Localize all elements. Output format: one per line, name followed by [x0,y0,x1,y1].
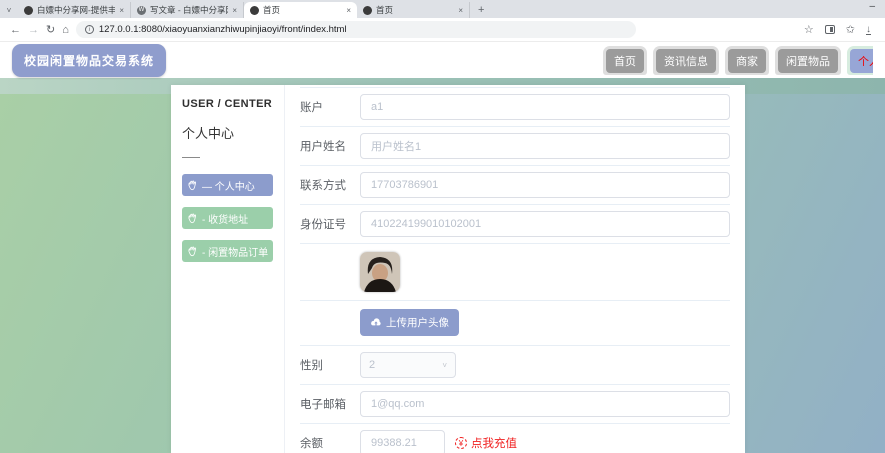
nav-item-news[interactable]: 资讯信息 [653,46,719,75]
form-row-avatar [300,244,730,301]
field-label: 余额 [300,435,360,451]
form-row-contact: 联系方式 [300,166,730,205]
nav-item-goods[interactable]: 闲置物品 [775,46,841,75]
browser-tab[interactable]: 首页 × [357,2,470,18]
new-tab-button[interactable]: + [470,4,492,18]
form-row-account: 账户 [300,87,730,127]
site-logo[interactable]: 校园闲置物品交易系统 [12,44,166,77]
tab-search-icon[interactable]: ˅ [0,6,18,18]
url-bar[interactable]: i 127.0.0.1:8080/xiaoyuanxianzhiwupinjia… [76,21,636,38]
recharge-area: ¥ 点我充值 [455,435,517,451]
tab-title: 白嫖中分享网-提供丰富的Java... [37,4,115,16]
form-row-idcard: 身份证号 [300,205,730,244]
browser-tab[interactable]: W 写文章 - 白嫖中分享网 × [131,2,244,18]
download-icon[interactable]: ↓ [866,25,871,35]
globe-favicon-icon [363,6,372,15]
back-icon[interactable]: ← [10,24,21,36]
browser-addressbar: ← → ↻ ⌂ i 127.0.0.1:8080/xiaoyuanxianzhi… [0,18,885,42]
sidebar-item-label: - 闲置物品订单 [202,244,268,259]
browser-tabstrip: ˅ 白嫖中分享网-提供丰富的Java... × W 写文章 - 白嫖中分享网 ×… [0,0,885,18]
browser-tab[interactable]: 白嫖中分享网-提供丰富的Java... × [18,2,131,18]
gender-value: 2 [369,359,375,371]
upload-avatar-label: 上传用户头像 [386,315,449,330]
email-field[interactable] [360,391,730,417]
main-nav: 首页 资讯信息 商家 闲置物品 个人中心 购物车 [603,46,873,75]
sidebar-item-user-center[interactable]: — 个人中心 [182,174,273,196]
hand-icon [187,246,198,257]
wordpress-favicon-icon: W [137,6,146,15]
hand-icon [187,180,198,191]
field-label: 电子邮箱 [300,396,360,412]
recharge-link[interactable]: 点我充值 [471,435,517,451]
tab-title: 首页 [263,4,342,16]
field-label: 联系方式 [300,177,360,193]
sidebar-item-address[interactable]: - 收货地址 [182,207,273,229]
form-row-email: 电子邮箱 [300,385,730,424]
sidebar-divider [182,157,200,158]
reload-icon[interactable]: ↻ [46,23,55,36]
sidebar-item-label: — 个人中心 [202,178,255,193]
tab-title: 写文章 - 白嫖中分享网 [150,4,228,16]
sidebar-item-label: - 收货地址 [202,211,248,226]
account-field[interactable] [360,94,730,120]
globe-favicon-icon [250,6,259,15]
gender-select[interactable]: 2 ˅ [360,352,456,378]
user-center-sidebar: USER / CENTER 个人中心 — 个人中心 - 收货地址 - 闲置物品订 [171,85,285,453]
nav-item-user-center[interactable]: 个人中心 [847,46,873,75]
tab-close-icon[interactable]: × [232,6,237,15]
user-center-card: USER / CENTER 个人中心 — 个人中心 - 收货地址 - 闲置物品订 [171,85,745,453]
form-row-balance: 余额 ¥ 点我充值 [300,424,730,453]
form-row-upload: 上传用户头像 [300,301,730,346]
nav-item-merchant[interactable]: 商家 [725,46,769,75]
form-row-username: 用户姓名 [300,127,730,166]
url-text: 127.0.0.1:8080/xiaoyuanxianzhiwupinjiaoy… [99,24,347,35]
browser-tab-active[interactable]: 首页 × [244,2,357,18]
profile-form: 账户 用户姓名 联系方式 身份证号 [285,85,745,453]
form-row-gender: 性别 2 ˅ [300,346,730,385]
yen-coin-icon: ¥ [455,437,467,449]
username-field[interactable] [360,133,730,159]
tab-close-icon[interactable]: × [119,6,124,15]
sidebar-subtitle: 个人中心 [182,123,273,142]
addressbar-actions: ☆ ✩ ↓ [804,23,875,36]
field-label: 用户姓名 [300,138,360,154]
hand-icon [187,213,198,224]
side-panel-icon[interactable] [825,25,835,34]
balance-field[interactable] [360,430,445,453]
contact-field[interactable] [360,172,730,198]
site-info-icon[interactable]: i [85,25,94,34]
field-label: 身份证号 [300,216,360,232]
field-label: 性别 [300,357,360,373]
sidebar-item-orders[interactable]: - 闲置物品订单 [182,240,273,262]
forward-icon[interactable]: → [28,24,39,36]
field-label: 账户 [300,99,360,115]
page: ˅ 白嫖中分享网-提供丰富的Java... × W 写文章 - 白嫖中分享网 ×… [0,0,885,453]
tab-title: 首页 [376,4,454,16]
idcard-field[interactable] [360,211,730,237]
user-avatar [360,252,400,292]
globe-favicon-icon [24,6,33,15]
window-minimize-button[interactable]: – [869,1,875,12]
site-header: 校园闲置物品交易系统 首页 资讯信息 商家 闲置物品 个人中心 购物车 [0,42,885,78]
nav-item-home[interactable]: 首页 [603,46,647,75]
upload-avatar-button[interactable]: 上传用户头像 [360,309,459,336]
tab-close-icon[interactable]: × [458,6,463,15]
sidebar-title: USER / CENTER [182,98,273,110]
chevron-down-icon: ˅ [442,361,447,370]
home-icon[interactable]: ⌂ [62,24,69,36]
extensions-icon[interactable]: ✩ [846,23,855,36]
cloud-upload-icon [370,318,382,327]
bookmark-star-icon[interactable]: ☆ [804,23,814,36]
tab-close-icon[interactable]: × [346,6,351,15]
